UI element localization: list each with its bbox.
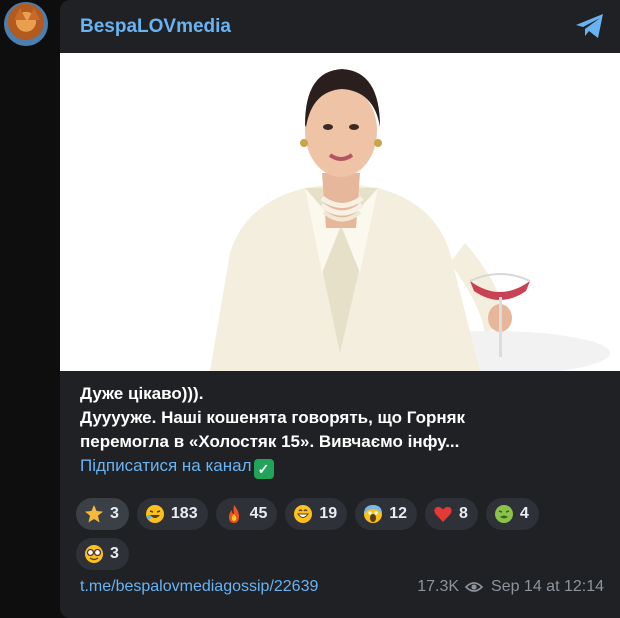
reaction-grin[interactable]: 19 [285,498,348,530]
post-footer: t.me/bespalovmediagossip/22639 17.3K Sep… [80,578,604,600]
reaction-count: 3 [110,505,119,522]
post-meta: 17.3K Sep 14 at 12:14 [417,578,604,596]
avatar-ear-right [28,8,40,20]
reaction-star[interactable]: 3 [76,498,129,530]
reactions-row-1: 3 183 45 19 12 8 4 [76,498,616,530]
woman-portrait-image [60,53,620,371]
reaction-count: 19 [319,505,338,522]
channel-post: BespaLOVmedia Дуже цікаво))). Дууууже. Н… [60,0,620,618]
nerd-face-icon [85,545,103,563]
reaction-heart[interactable]: 8 [425,498,478,530]
post-link[interactable]: t.me/bespalovmediagossip/22639 [80,578,318,596]
view-count: 17.3K [417,578,460,595]
reaction-rofl[interactable]: 183 [136,498,208,530]
reaction-count: 3 [110,545,119,562]
subscribe-link[interactable]: Підписатися на канал ✓ [80,454,610,479]
avatar-ear-left [14,8,26,20]
star-icon [85,505,103,523]
nauseated-face-icon [494,505,513,523]
post-photo[interactable] [60,53,620,371]
reaction-count: 4 [519,505,529,522]
post-text-line-1: Дуже цікаво))). [80,384,204,403]
fire-icon [228,505,239,523]
subscribe-link-text[interactable]: Підписатися на канал [80,456,252,475]
red-heart-icon [434,506,452,522]
post-timestamp: Sep 14 at 12:14 [491,578,604,595]
check-mark-icon: ✓ [253,459,274,479]
post-text-line-2: Дууууже. Наші кошенята говорять, що Горн… [80,408,466,427]
reaction-nerd[interactable]: 3 [76,538,129,570]
reaction-count: 183 [170,505,198,522]
reaction-nauseated[interactable]: 4 [485,498,539,530]
telegram-share-icon[interactable] [574,12,606,40]
eye-icon [465,582,484,592]
channel-avatar[interactable] [4,2,48,46]
reactions-row-2: 3 [76,538,616,570]
rofl-face-icon [145,505,164,523]
reaction-count: 8 [459,505,468,522]
screaming-face-icon [364,505,383,523]
reaction-count: 12 [389,505,407,522]
channel-name[interactable]: BespaLOVmedia [80,16,231,38]
post-text-line-3: перемогла в «Холостяк 15». Вивчаємо інфу… [80,432,460,451]
reaction-scream[interactable]: 12 [355,498,417,530]
reaction-fire[interactable]: 45 [215,498,278,530]
post-header: BespaLOVmedia [60,0,620,52]
post-text: Дуже цікаво))). Дууууже. Наші кошенята г… [80,382,610,479]
grin-face-icon [294,505,313,523]
reaction-count: 45 [249,505,268,522]
reactions-bar: 3 183 45 19 12 8 4 3 [76,498,616,578]
